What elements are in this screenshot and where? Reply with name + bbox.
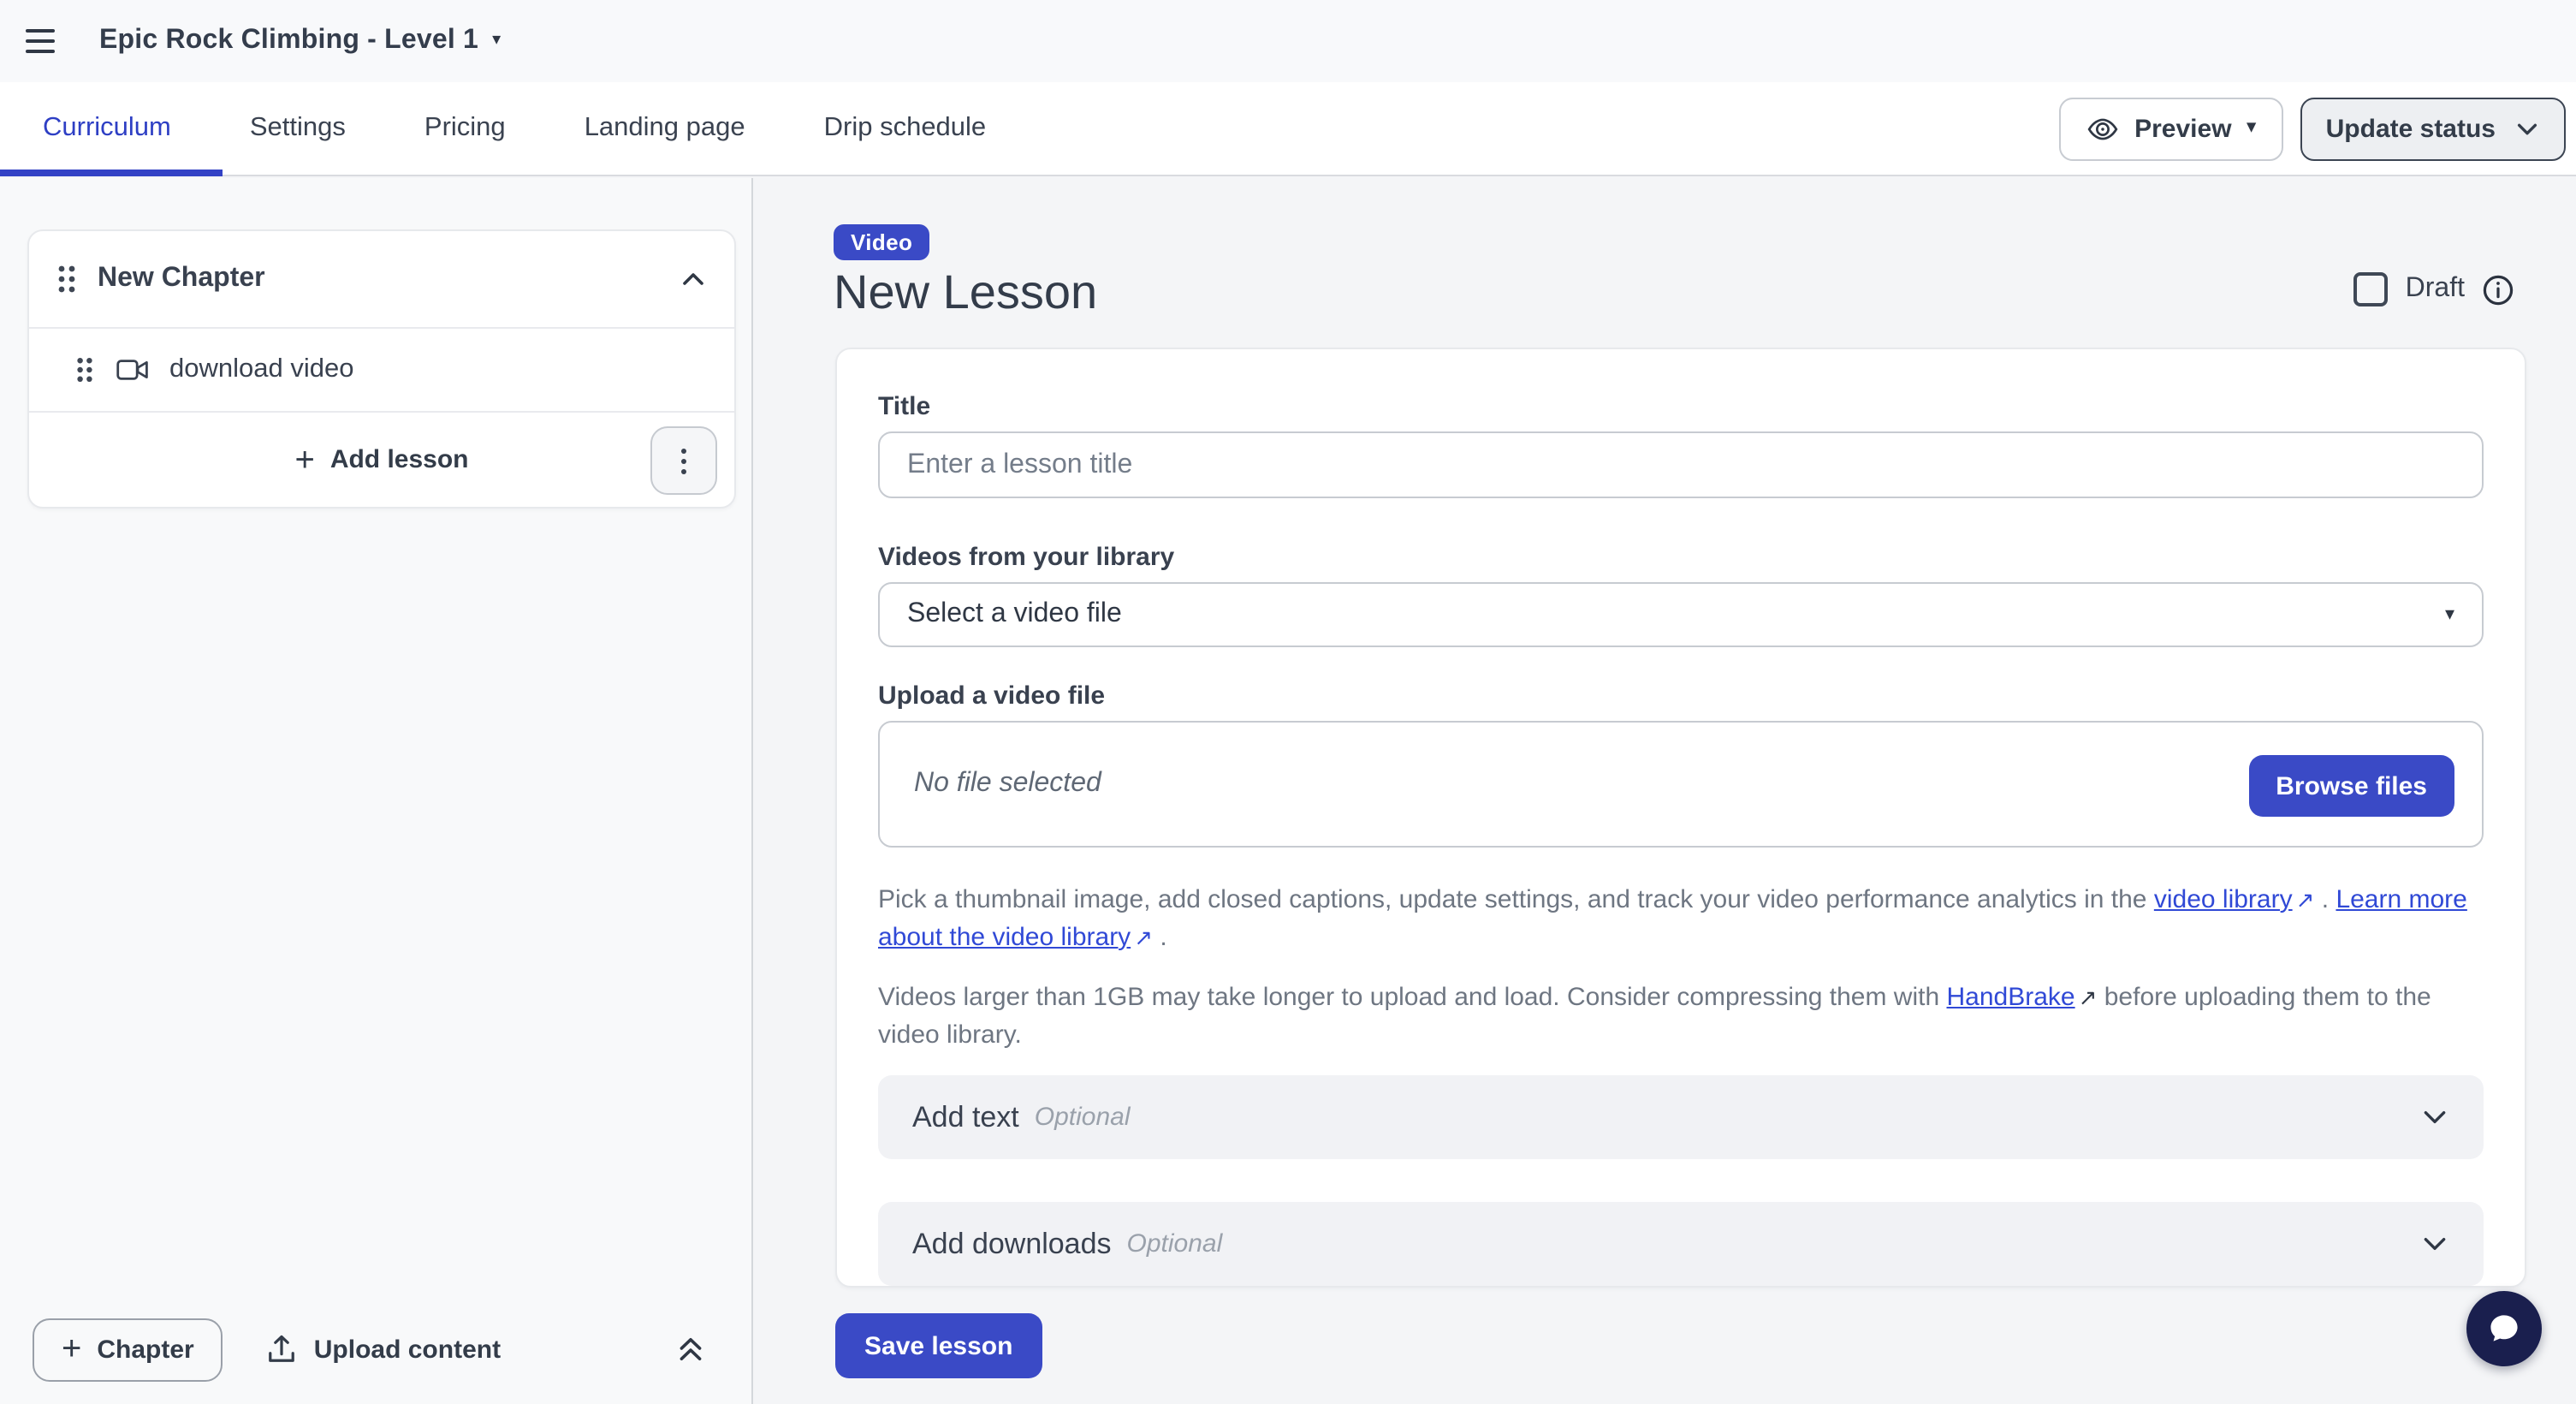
chevron-down-icon	[2420, 1229, 2449, 1258]
add-downloads-accordion[interactable]: Add downloads Optional	[878, 1202, 2484, 1286]
lesson-title-input[interactable]	[878, 431, 2484, 498]
active-tab-underline	[0, 170, 223, 176]
optional-label: Optional	[1035, 1103, 1131, 1132]
kebab-menu-icon	[681, 468, 686, 473]
add-chapter-button[interactable]: + Chapter	[33, 1318, 223, 1381]
course-title-dropdown[interactable]: Epic Rock Climbing - Level 1 ▾	[99, 26, 501, 57]
course-builder-page: Epic Rock Climbing - Level 1 ▾ Curriculu…	[0, 0, 2576, 1404]
chapter-title: New Chapter	[98, 264, 265, 294]
compression-help-text: Videos larger than 1GB may take longer t…	[878, 979, 2484, 1055]
chapter-footer: + Add lesson	[29, 413, 734, 507]
add-lesson-button[interactable]: + Add lesson	[294, 443, 468, 477]
save-lesson-button[interactable]: Save lesson	[835, 1313, 1042, 1378]
caret-down-icon: ▾	[492, 33, 501, 50]
update-status-button-label: Update status	[2326, 114, 2496, 143]
draft-label: Draft	[2406, 274, 2465, 305]
link-label: video library	[2154, 885, 2293, 914]
help-text: Videos larger than 1GB may take longer t…	[878, 983, 1947, 1012]
add-downloads-label: Add downloads	[912, 1227, 1112, 1261]
tab-pricing[interactable]: Pricing	[424, 113, 506, 144]
plus-icon: +	[62, 1332, 81, 1366]
no-file-text: No file selected	[914, 769, 1101, 800]
library-label: Videos from your library	[878, 543, 2484, 572]
video-library-help-text: Pick a thumbnail image, add closed capti…	[878, 882, 2484, 957]
external-link-icon: ↗	[1131, 919, 1153, 957]
file-dropzone[interactable]: No file selected Browse files	[878, 721, 2484, 848]
video-camera-icon	[116, 358, 149, 382]
lesson-title: download video	[169, 354, 353, 385]
plus-icon: +	[294, 443, 314, 477]
sidebar-footer: + Chapter Upload content	[0, 1315, 751, 1383]
hamburger-icon	[26, 50, 55, 53]
drag-handle-icon[interactable]	[56, 262, 77, 296]
tab-landing-page[interactable]: Landing page	[585, 113, 745, 144]
upload-label: Upload a video file	[878, 681, 2484, 711]
tab-curriculum[interactable]: Curriculum	[43, 113, 171, 144]
kebab-menu-icon	[681, 448, 686, 453]
lesson-type-badge: Video	[834, 224, 929, 260]
upload-icon	[268, 1334, 297, 1365]
chat-bubble-icon	[2485, 1310, 2523, 1347]
chat-launcher-button[interactable]	[2466, 1291, 2542, 1366]
curriculum-sidebar: New Chapter download video	[0, 178, 753, 1404]
selected-value: Select a video file	[907, 599, 1122, 630]
add-text-label: Add text	[912, 1100, 1019, 1134]
title-label: Title	[878, 392, 2484, 421]
preview-button[interactable]: Preview ▾	[2059, 97, 2283, 160]
help-text: Pick a thumbnail image, add closed capti…	[878, 885, 2154, 914]
header-actions: Preview ▾ Update status	[2059, 97, 2576, 160]
browse-files-button[interactable]: Browse files	[2248, 755, 2454, 817]
kebab-menu-icon	[681, 458, 686, 463]
chevron-down-icon	[2420, 1103, 2449, 1132]
external-link-icon: ↗	[2075, 979, 2098, 1017]
link-label: HandBrake	[1947, 983, 2075, 1012]
chapter-card: New Chapter download video	[27, 229, 736, 509]
optional-label: Optional	[1127, 1229, 1223, 1258]
lesson-editor: Video New Lesson Draft Title Videos from…	[755, 178, 2576, 1404]
tab-drip-schedule[interactable]: Drip schedule	[824, 113, 987, 144]
caret-down-icon: ▾	[2445, 605, 2454, 624]
tab-list: Curriculum Settings Pricing Landing page…	[43, 82, 986, 175]
drag-handle-icon[interactable]	[75, 354, 94, 385]
video-library-link[interactable]: video library↗	[2154, 885, 2315, 914]
lesson-form-card: Title Videos from your library Select a …	[835, 348, 2526, 1288]
help-text: .	[2314, 885, 2336, 914]
course-title: Epic Rock Climbing - Level 1	[99, 26, 478, 57]
hamburger-icon	[26, 29, 55, 33]
lesson-row[interactable]: download video	[29, 327, 734, 413]
draft-toggle: Draft	[2354, 272, 2514, 306]
collapse-all-button[interactable]	[676, 1334, 705, 1365]
add-text-accordion[interactable]: Add text Optional	[878, 1075, 2484, 1159]
upload-content-button[interactable]: Upload content	[268, 1334, 501, 1365]
update-status-button[interactable]: Update status	[2300, 97, 2566, 160]
handbrake-link[interactable]: HandBrake	[1947, 983, 2075, 1012]
preview-button-label: Preview	[2134, 114, 2231, 143]
caret-down-icon: ▾	[2247, 120, 2256, 137]
tab-settings[interactable]: Settings	[250, 113, 346, 144]
double-chevron-up-icon	[676, 1334, 705, 1365]
chapter-menu-button[interactable]	[650, 426, 717, 495]
chevron-up-icon[interactable]	[680, 265, 707, 293]
hamburger-icon	[26, 39, 55, 43]
hamburger-menu-button[interactable]	[26, 15, 77, 67]
top-bar: Epic Rock Climbing - Level 1 ▾	[0, 0, 2576, 82]
draft-checkbox[interactable]	[2354, 272, 2389, 306]
external-link-icon: ↗	[2293, 882, 2315, 919]
chapter-header[interactable]: New Chapter	[29, 231, 734, 327]
tabs-bar: Curriculum Settings Pricing Landing page…	[0, 82, 2576, 176]
info-icon[interactable]	[2482, 273, 2514, 306]
help-text: .	[1153, 923, 1167, 952]
chevron-down-icon	[2514, 116, 2540, 141]
page-title: New Lesson	[834, 265, 1097, 320]
add-chapter-label: Chapter	[97, 1335, 193, 1364]
video-library-select[interactable]: Select a video file ▾	[878, 582, 2484, 647]
eye-icon	[2086, 112, 2119, 145]
upload-content-label: Upload content	[314, 1335, 501, 1364]
add-lesson-label: Add lesson	[330, 445, 469, 474]
